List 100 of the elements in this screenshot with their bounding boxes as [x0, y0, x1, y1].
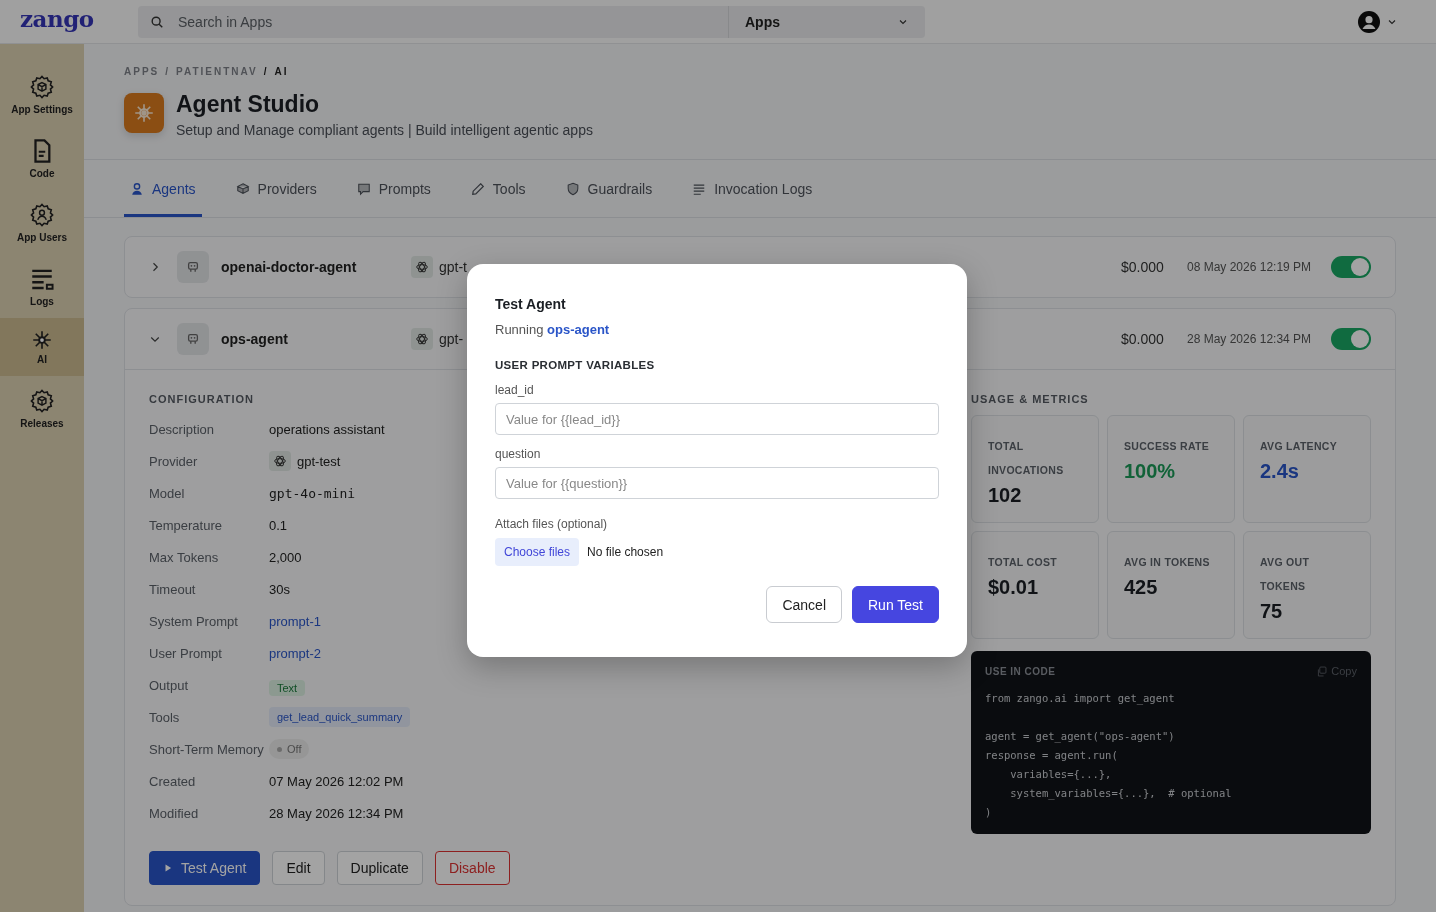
metric-value: 75	[1260, 600, 1284, 623]
field-value: 2,000	[269, 549, 302, 565]
field-label: System Prompt	[149, 613, 239, 629]
field-value: gpt-4o-mini	[269, 485, 356, 501]
disable-button[interactable]: Disable	[434, 851, 510, 885]
cost: $0.000	[1121, 331, 1165, 347]
input-field[interactable]: Value for {{lead_id}}	[495, 403, 939, 435]
account-menu[interactable]	[1358, 10, 1398, 33]
provider-name: gpt-t	[439, 259, 467, 275]
metric-label: AVG IN TOKENS	[1124, 555, 1211, 570]
app-dropdown[interactable]: Apps	[728, 5, 925, 38]
file-status: No file chosen	[587, 545, 664, 559]
avatar-icon	[1358, 10, 1380, 33]
field-label: question	[495, 447, 542, 461]
field-label: Provider	[149, 453, 199, 469]
sidebar-item[interactable]: Releases	[0, 376, 84, 440]
breadcrumb-link[interactable]: APPS	[124, 66, 160, 77]
metric-value: 100%	[1124, 460, 1177, 483]
breadcrumb-link[interactable]: PATIENTNAV	[176, 66, 258, 77]
field-label: lead_id	[495, 383, 535, 397]
field-label: Model	[149, 485, 186, 501]
field-label: Max Tokens	[149, 549, 220, 565]
field-label: Output	[149, 677, 190, 693]
field-value: gpt-test	[297, 453, 341, 469]
action-button[interactable]: Edit	[272, 851, 325, 885]
prompt-link[interactable]: prompt-1	[269, 613, 322, 629]
field-value: 28 May 2026 12:34 PM	[269, 805, 404, 821]
toggle-switch[interactable]	[1331, 256, 1371, 278]
provider-name: gpt-	[439, 331, 464, 347]
input-field[interactable]: Value for {{question}}	[495, 467, 939, 499]
sidebar-item[interactable]: Logs	[0, 254, 84, 318]
field-label: Temperature	[149, 517, 223, 533]
breadcrumb-current: AI	[274, 66, 289, 77]
field-label: Description	[149, 421, 216, 437]
metric-label: TOTAL INVOCATIONS	[988, 439, 1065, 478]
section-title: USER PROMPT VARIABLES	[495, 359, 656, 371]
tab[interactable]: Guardrails	[559, 160, 659, 217]
search-icon	[150, 14, 164, 29]
field-label: User Prompt	[149, 645, 223, 661]
modified-date: 08 May 2026 12:19 PM	[1187, 260, 1313, 274]
page-subtitle: Setup and Manage compliant agents | Build intelligent agentic apps	[176, 122, 593, 138]
modified-date: 28 May 2026 12:34 PM	[1187, 332, 1313, 346]
field-label: Attach files (optional)	[495, 517, 609, 531]
sidebar-item[interactable]: App Settings	[0, 62, 84, 126]
metric-value: 425	[1124, 576, 1159, 599]
sidebar-item[interactable]: App Users	[0, 190, 84, 254]
test-agent-button[interactable]: Test Agent	[149, 851, 261, 885]
action-button[interactable]: Duplicate	[336, 851, 423, 885]
run-test-button[interactable]: Run Test	[852, 586, 939, 623]
tab[interactable]: Prompts	[350, 160, 437, 217]
play-icon	[163, 863, 173, 873]
agent-name[interactable]: ops-agent	[221, 331, 411, 347]
section-title: CONFIGURATION	[149, 393, 256, 405]
breadcrumb-separator: /	[263, 66, 269, 77]
dialog-title: Test Agent	[495, 296, 567, 312]
user-icon	[130, 181, 144, 196]
robot-icon	[186, 260, 200, 274]
tab[interactable]: Agents	[124, 160, 202, 217]
tab[interactable]: Invocation Logs	[686, 160, 819, 217]
metric-label: AVG LATENCY	[1260, 439, 1338, 454]
list-icon	[692, 181, 707, 196]
field-value: operations assistant	[269, 421, 385, 437]
field-label: Short-Term Memory	[149, 741, 265, 757]
sidebar-item[interactable]: Code	[0, 126, 84, 190]
tool-tag[interactable]: get_lead_quick_summary	[269, 707, 411, 727]
agent-name[interactable]: openai-doctor-agent	[221, 259, 411, 275]
logo[interactable]: zango	[20, 5, 138, 32]
tab[interactable]: Providers	[229, 160, 323, 217]
page-title: Agent Studio	[176, 91, 321, 118]
status-pill: Off	[269, 739, 310, 759]
sparkle-icon	[32, 329, 52, 350]
output-tag: Text	[269, 680, 306, 696]
section-title: USAGE & METRICS	[971, 393, 1090, 405]
metric-label: TOTAL COST	[988, 555, 1058, 570]
tab[interactable]: Tools	[464, 160, 532, 217]
field-value: 30s	[269, 581, 290, 597]
field-value: 07 May 2026 12:02 PM	[269, 773, 404, 789]
dialog-subtitle: Running ops-agent	[495, 322, 611, 337]
metric-value: $0.01	[988, 576, 1040, 599]
user-gear-icon	[29, 201, 55, 228]
field-value: 0.1	[269, 517, 288, 533]
metric-value: 2.4s	[1260, 460, 1300, 483]
metric-label: AVG OUT TOKENS	[1260, 555, 1311, 594]
metric-label: SUCCESS RATE	[1124, 439, 1211, 454]
cancel-button[interactable]: Cancel	[766, 586, 842, 623]
choose-files-button[interactable]: Choose files	[495, 538, 580, 566]
code-title: USE IN CODE	[985, 665, 1056, 677]
breadcrumb-separator: /	[165, 66, 170, 77]
code-snippet: from zango.ai import get_agent agent = get_agent("ops-agent") response = agent.run( variables={...}, system_variables={...}, # optional )	[985, 691, 1233, 820]
field-label: Timeout	[149, 581, 197, 597]
gear-icon	[29, 387, 55, 414]
copy-icon	[1316, 665, 1328, 677]
cost: $0.000	[1121, 259, 1165, 275]
gear-icon	[29, 73, 55, 100]
pencil-icon	[470, 181, 485, 196]
field-label: Created	[149, 773, 197, 789]
toggle-switch[interactable]	[1331, 328, 1371, 350]
sidebar-item[interactable]: AI	[0, 318, 84, 376]
robot-icon	[186, 332, 200, 346]
prompt-link[interactable]: prompt-2	[269, 645, 322, 661]
